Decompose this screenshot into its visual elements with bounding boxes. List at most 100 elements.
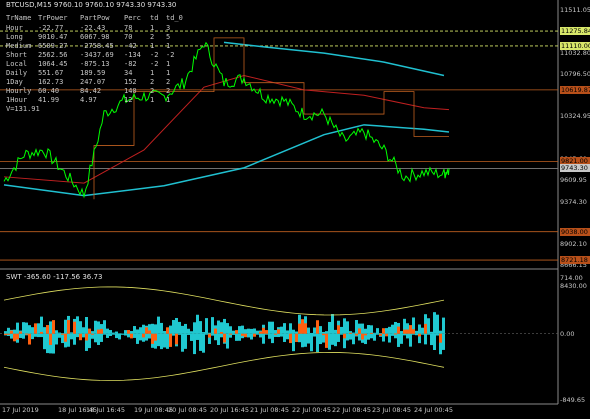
- swt-bar-pos: [64, 319, 67, 334]
- swt-bar-pos: [319, 326, 322, 334]
- swt-bar-orange: [85, 333, 88, 341]
- swt-bar-orange: [370, 332, 373, 334]
- table-cell: 162.73: [38, 78, 64, 86]
- swt-bar-pos: [436, 314, 439, 334]
- price-label: 9374.30: [560, 197, 587, 206]
- swt-bar-neg: [433, 333, 436, 350]
- price-label: 11032.80: [560, 48, 590, 57]
- ma-cyan-upper-line: [223, 41, 445, 77]
- swt-bar-neg: [376, 333, 379, 335]
- swt-bar-pos: [40, 316, 43, 334]
- swt-bar-pos: [238, 326, 241, 334]
- swt-bar-neg: [217, 333, 220, 346]
- swt-bar-pos: [421, 327, 424, 334]
- swt-bar-pos: [256, 330, 259, 334]
- swt-bar-orange: [10, 330, 13, 334]
- swt-bar-pos: [154, 324, 157, 334]
- swt-bar-neg: [106, 333, 109, 338]
- swt-bar-orange: [361, 333, 364, 340]
- swt-bar-orange: [355, 333, 358, 336]
- swt-bar-orange: [16, 333, 19, 340]
- table-cell: -134: [124, 51, 141, 59]
- swt-bar-neg: [193, 333, 196, 355]
- swt-bar-neg: [424, 333, 427, 345]
- swt-bar-pos: [232, 330, 235, 334]
- swt-bar-neg: [157, 333, 160, 347]
- swt-bar-pos: [229, 326, 232, 334]
- swt-bar-pos: [331, 314, 334, 334]
- swt-bar-neg: [370, 333, 373, 339]
- swt-bar-neg: [238, 333, 241, 341]
- swt-bar-pos: [343, 318, 346, 334]
- table-cell: 12: [124, 96, 133, 104]
- swt-bar-neg: [280, 333, 283, 337]
- table-cell: 1: [150, 24, 155, 32]
- swt-bar-pos: [361, 323, 364, 334]
- swt-bar-pos: [169, 325, 172, 334]
- subwindow-header: SWT -365.60 -117.56 36.73: [6, 273, 103, 281]
- swt-bar-neg: [61, 333, 64, 344]
- table-cell: Medium: [6, 42, 32, 50]
- swt-bar-orange: [358, 328, 361, 334]
- table-cell: -22.43: [80, 24, 106, 32]
- swt-bar-neg: [256, 333, 259, 335]
- swt-bar-pos: [289, 323, 292, 334]
- swt-bar-neg: [421, 333, 424, 335]
- swt-bar-orange: [25, 333, 28, 335]
- swt-bar-neg: [184, 333, 187, 349]
- swt-bar-neg: [127, 333, 130, 338]
- swt-bar-orange: [343, 333, 346, 339]
- swt-bar-orange: [418, 333, 421, 337]
- swt-bar-orange: [337, 325, 340, 334]
- swt-bar-pos: [85, 317, 88, 334]
- swt-bar-orange: [295, 333, 298, 342]
- sub-label: 714.00: [560, 274, 583, 282]
- table-cell: -2: [150, 60, 159, 68]
- table-column-header: td: [150, 14, 159, 22]
- swt-bar-neg: [292, 333, 295, 352]
- swt-bar-neg: [214, 333, 217, 341]
- price-label: 8430.00: [560, 282, 587, 291]
- swt-bar-pos: [376, 328, 379, 334]
- chart-header: BTCUSD,M15 9760.10 9760.10 9743.30 9743.…: [6, 1, 177, 9]
- swt-bar-neg: [337, 333, 340, 342]
- swt-bar-orange: [349, 332, 352, 334]
- table-cell: Hour: [6, 24, 23, 32]
- price-line: [3, 41, 450, 199]
- swt-bar-neg: [298, 333, 301, 343]
- level-steps: [93, 37, 449, 200]
- swt-bar-orange: [88, 328, 91, 334]
- swt-bar-neg: [367, 333, 370, 340]
- swt-bar-neg: [373, 333, 376, 341]
- table-cell: 152: [124, 78, 137, 86]
- swt-bar-neg: [226, 333, 229, 349]
- time-label: 21 Jul 08:45: [250, 406, 289, 414]
- table-cell: Local: [6, 60, 28, 68]
- swt-bar-pos: [373, 332, 376, 334]
- swt-bar-orange: [385, 333, 388, 337]
- swt-bar-pos: [268, 321, 271, 334]
- table-cell: 34: [124, 69, 133, 77]
- swt-bar-pos: [334, 329, 337, 334]
- table-cell: 3: [166, 24, 171, 32]
- swt-bar-neg: [112, 333, 115, 335]
- swt-bar-neg: [166, 333, 169, 349]
- swt-bar-orange: [73, 321, 76, 334]
- time-label: 22 Jul 08:45: [332, 406, 371, 414]
- swt-bar-orange: [259, 331, 262, 334]
- swt-bar-pos: [241, 325, 244, 334]
- swt-bar-pos: [400, 331, 403, 334]
- swt-bar-pos: [220, 322, 223, 334]
- table-cell: 60.40: [38, 87, 60, 95]
- swt-bar-neg: [403, 333, 406, 336]
- price-tag: 9743.30: [560, 164, 590, 173]
- swt-bar-neg: [145, 333, 148, 341]
- swt-bar-orange: [403, 329, 406, 334]
- swt-bar-pos: [271, 321, 274, 334]
- table-column-header: Perc: [124, 14, 141, 22]
- swt-bar-neg: [319, 333, 322, 345]
- swt-bar-pos: [211, 317, 214, 334]
- swt-bar-neg: [397, 333, 400, 347]
- price-tag: 11275.84: [560, 27, 590, 36]
- swt-bar-pos: [367, 325, 370, 334]
